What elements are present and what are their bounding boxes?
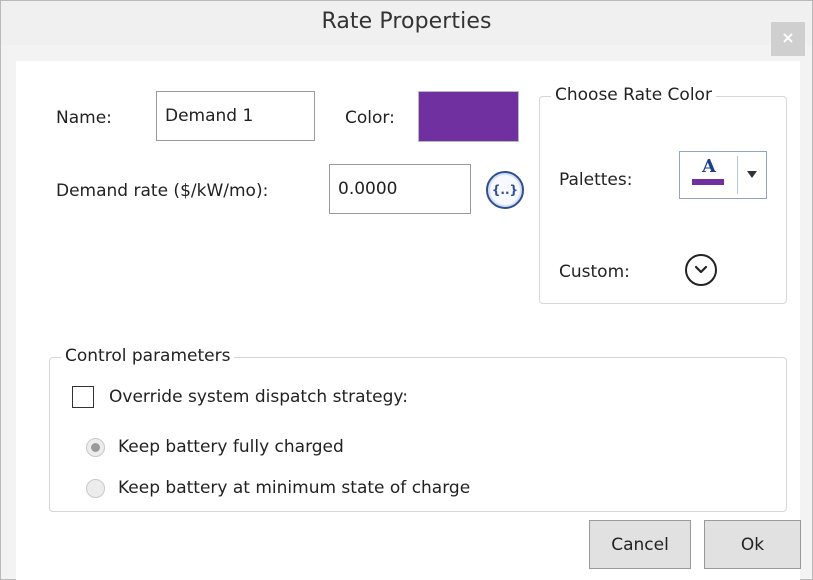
choose-rate-color-title: Choose Rate Color	[551, 85, 716, 105]
radio-keep-fully-charged[interactable]	[86, 438, 105, 457]
demand-rate-input[interactable]	[329, 164, 471, 214]
dialog-title: Rate Properties	[321, 9, 492, 34]
font-color-a-icon: A	[702, 156, 716, 177]
palettes-label: Palettes:	[559, 170, 633, 190]
title-bar: Rate Properties	[1, 1, 812, 45]
name-input[interactable]	[156, 91, 315, 141]
dropdown-arrow-icon	[747, 171, 757, 178]
cancel-button[interactable]: Cancel	[589, 520, 691, 569]
name-label: Name:	[56, 108, 112, 128]
selected-color-bar	[692, 179, 724, 185]
override-dispatch-checkbox[interactable]	[72, 386, 94, 408]
rate-properties-dialog: Rate Properties × Name: Color: Demand ra…	[0, 0, 813, 580]
chevron-down-icon	[694, 265, 708, 274]
palettes-dropdown[interactable]: A	[679, 151, 767, 199]
color-label: Color:	[345, 108, 395, 128]
control-parameters-title: Control parameters	[61, 346, 235, 366]
dialog-content: Name: Color: Demand rate ($/kW/mo): {..}…	[16, 61, 801, 580]
close-button[interactable]: ×	[771, 22, 805, 56]
custom-color-expand-button[interactable]	[685, 254, 717, 286]
demand-rate-label: Demand rate ($/kW/mo):	[56, 181, 269, 201]
radio-keep-minimum-charge-label: Keep battery at minimum state of charge	[118, 478, 471, 498]
palette-divider	[737, 156, 738, 194]
custom-label: Custom:	[559, 262, 630, 282]
color-swatch[interactable]	[418, 91, 519, 142]
ok-button[interactable]: Ok	[704, 520, 801, 569]
expression-editor-button[interactable]: {..}	[486, 171, 524, 209]
override-dispatch-label: Override system dispatch strategy:	[109, 387, 408, 407]
radio-keep-minimum-charge[interactable]	[86, 479, 105, 498]
radio-keep-fully-charged-label: Keep battery fully charged	[118, 437, 344, 457]
radio-selected-dot	[91, 443, 100, 452]
